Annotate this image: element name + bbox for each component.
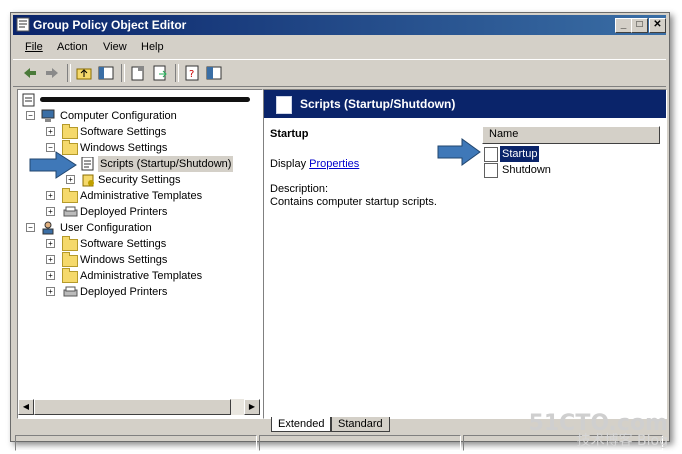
help-icon[interactable]: ?: [183, 64, 201, 82]
printer-icon: [63, 286, 78, 297]
properties-link[interactable]: Properties: [309, 158, 359, 170]
maximize-button[interactable]: □: [631, 18, 648, 33]
list-item-shutdown[interactable]: Shutdown: [482, 162, 658, 178]
forward-icon[interactable]: [43, 64, 61, 82]
scroll-left-button[interactable]: ◀: [18, 399, 34, 415]
folder-icon: [62, 268, 78, 283]
expand-toggle[interactable]: +: [46, 255, 55, 264]
folder-icon: [62, 188, 78, 203]
description-title: Startup: [270, 128, 309, 140]
script-icon: [484, 163, 498, 178]
folder-icon: [62, 124, 78, 139]
annotation-arrow-icon: [29, 151, 77, 179]
script-icon: [81, 157, 94, 171]
minimize-button[interactable]: _: [615, 18, 632, 33]
help-topics-icon[interactable]: [205, 64, 223, 82]
app-window: Group Policy Object Editor _ □ ✕ File Ac…: [10, 12, 670, 451]
expand-toggle[interactable]: +: [46, 127, 55, 136]
gpo-root-icon: [22, 93, 35, 107]
expand-toggle[interactable]: +: [46, 207, 55, 216]
tree-pane[interactable]: − Computer Configuration + Software Sett…: [17, 89, 263, 419]
collapse-toggle[interactable]: −: [26, 111, 35, 120]
svg-text:?: ?: [189, 69, 194, 80]
scroll-thumb[interactable]: [34, 399, 231, 415]
list-column-header-name[interactable]: Name: [482, 126, 660, 144]
gpo-editor-icon: [16, 17, 30, 32]
close-button[interactable]: ✕: [649, 18, 666, 33]
status-panel: [259, 435, 461, 451]
toolbar: ?: [13, 59, 666, 87]
annotation-arrow-icon: [437, 138, 481, 166]
security-icon: [82, 174, 94, 187]
description-text: Contains computer startup scripts.: [270, 196, 437, 208]
expand-toggle[interactable]: +: [46, 239, 55, 248]
list-item-startup[interactable]: Startup: [482, 145, 658, 163]
tree-horizontal-scrollbar[interactable]: ◀ ▶: [18, 399, 260, 415]
show-hide-tree-icon[interactable]: [97, 64, 115, 82]
tab-extended[interactable]: Extended: [271, 417, 332, 432]
up-folder-icon[interactable]: [75, 64, 93, 82]
user-icon: [42, 221, 54, 235]
folder-icon: [62, 236, 78, 251]
scroll-right-button[interactable]: ▶: [244, 399, 260, 415]
script-icon: [484, 147, 498, 162]
menu-bar: File Action View Help: [13, 37, 666, 57]
expand-toggle[interactable]: +: [46, 191, 55, 200]
status-panel: [15, 435, 257, 451]
collapse-toggle[interactable]: −: [26, 223, 35, 232]
watermark-sub: 技术博客 Blog: [576, 433, 668, 449]
computer-icon: [41, 109, 55, 122]
toolbar-separator: [67, 64, 71, 82]
details-title: Scripts (Startup/Shutdown): [300, 97, 456, 111]
folder-icon: [62, 252, 78, 267]
toolbar-separator: [121, 64, 125, 82]
expand-toggle[interactable]: +: [46, 271, 55, 280]
back-icon[interactable]: [21, 64, 39, 82]
expand-toggle[interactable]: +: [46, 287, 55, 296]
redacted-policy-name: [40, 97, 250, 102]
description-label: Description:: [270, 183, 329, 195]
export-list-icon[interactable]: [151, 64, 169, 82]
menu-action[interactable]: Action: [57, 41, 88, 53]
toolbar-separator: [175, 64, 179, 82]
tab-standard[interactable]: Standard: [331, 417, 390, 432]
title-bar[interactable]: Group Policy Object Editor _ □ ✕: [13, 15, 666, 35]
window-title: Group Policy Object Editor: [33, 18, 187, 32]
script-icon: [276, 96, 292, 114]
menu-help[interactable]: Help: [141, 41, 164, 53]
printer-icon: [63, 206, 78, 217]
details-header: Scripts (Startup/Shutdown): [264, 90, 666, 118]
display-properties-line: Display Properties: [270, 158, 360, 170]
menu-view[interactable]: View: [103, 41, 127, 53]
properties-icon[interactable]: [129, 64, 147, 82]
menu-file[interactable]: File: [25, 41, 43, 53]
